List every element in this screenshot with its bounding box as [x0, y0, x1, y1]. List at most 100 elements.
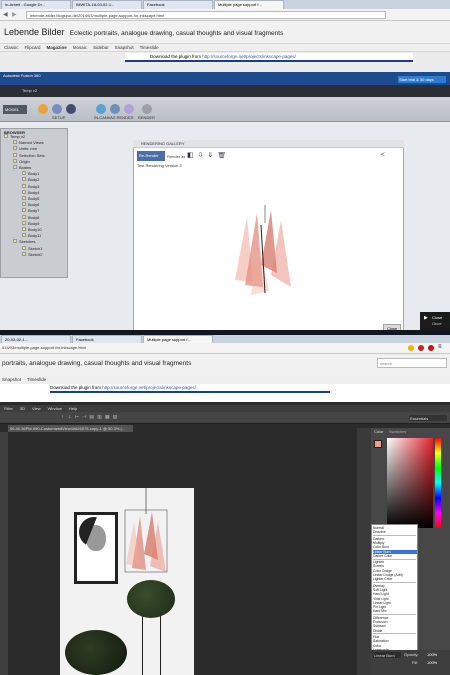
browser2-tab[interactable]: 20-03-02-1...	[1, 335, 71, 343]
nav-snapshot[interactable]: Snapshot	[2, 376, 21, 384]
start-trial-button[interactable]: Start trial & 30 days	[398, 76, 446, 83]
browser-tree-item[interactable]: Body2	[22, 177, 76, 182]
browser-tree-item[interactable]: Body6	[22, 202, 76, 207]
browser-tree-label: Body11	[28, 233, 42, 239]
panel-tab-color[interactable]: Color	[374, 429, 384, 434]
workspace-select[interactable]: Essentials	[409, 415, 447, 421]
browser-tree-item[interactable]: Named Views	[13, 140, 67, 145]
hue-slider[interactable]	[435, 438, 441, 528]
search-input[interactable]: search	[377, 358, 447, 368]
play-icon[interactable]: ▶	[424, 316, 428, 321]
menu-window[interactable]: Window	[48, 405, 62, 412]
render-icon[interactable]	[142, 104, 152, 114]
side-popup-close[interactable]: Close	[432, 315, 442, 320]
browser-tree-item[interactable]: Temp v2	[4, 134, 58, 139]
browser-tree-label: Body8	[28, 214, 40, 220]
menu-filter[interactable]: Filter	[4, 405, 13, 412]
browser-tree-item[interactable]: Body7	[22, 208, 76, 213]
menu-icon[interactable]: ≡	[438, 344, 442, 351]
nav-mosaic[interactable]: Mosaic	[73, 44, 87, 51]
blend-mode-option[interactable]: Lighter Color	[373, 577, 417, 581]
blend-mode-option[interactable]: Darker Color	[373, 554, 417, 558]
opera-icon[interactable]	[418, 345, 424, 351]
browser-tab[interactable]: In-Arbeit - Google Dr...	[1, 0, 71, 9]
render-settings-icon[interactable]	[110, 104, 120, 114]
browser-tree-item[interactable]: Body11	[22, 233, 76, 238]
browser-tree-label: Units: mm	[19, 146, 37, 152]
browser-tab-active[interactable]: Multiple page support f...	[214, 0, 284, 9]
gallery-tool-icons[interactable]: ◧⇩⇓🗑	[187, 152, 230, 159]
re-render-button[interactable]: Re-Render	[137, 151, 165, 161]
browser-tree-item[interactable]: Body3	[22, 183, 76, 189]
browser2-url[interactable]: 014/03/multiple-page-support-for-inkscap…	[2, 345, 86, 350]
gallery-title: RENDERING GALLERY	[141, 141, 185, 146]
browser-tree-item[interactable]: Body1	[22, 171, 76, 176]
nav-sidebar[interactable]: Sidebar	[93, 44, 109, 51]
nav-classic[interactable]: Classic	[4, 44, 19, 51]
layer-blend-select[interactable]: Linear Burn	[373, 652, 401, 658]
fusion-doc-tab[interactable]: Temp v2	[22, 88, 37, 93]
align-icons[interactable]: ⊤⊥⊢⊣▤▥▦▧	[60, 415, 120, 420]
menu-view[interactable]: View	[32, 405, 41, 412]
download-link[interactable]: http://sourceforge.net/projects/inkscape…	[202, 54, 296, 59]
browser-tree-item[interactable]: Units: mm	[13, 146, 67, 151]
browser-tab[interactable]: IMWITA-18-03-02-1...	[72, 0, 142, 9]
nav-magazine[interactable]: Magazine	[47, 44, 67, 51]
browser2-tab-active[interactable]: Multiple page support f...	[143, 335, 213, 343]
scene-settings-icon[interactable]	[66, 104, 76, 114]
pdf-icon[interactable]	[428, 345, 434, 351]
browser-tree-item[interactable]: Bodies	[13, 165, 67, 170]
browser-tree-item[interactable]: Body4	[22, 189, 76, 195]
extension-icon[interactable]	[408, 345, 414, 351]
browser-tab[interactable]: Facebook	[143, 0, 213, 9]
photoshop-canvas[interactable]	[60, 488, 194, 675]
browser-tree-item[interactable]: Sketches	[13, 239, 67, 244]
fill-value[interactable]: 100%	[427, 660, 437, 665]
capture-icon[interactable]	[124, 104, 134, 114]
color-picker-field[interactable]	[387, 438, 433, 528]
in-canvas-render-icon[interactable]	[96, 104, 106, 114]
panel-tab-swatches[interactable]: Swatches	[389, 429, 406, 434]
menu-3d[interactable]: 3D	[20, 405, 25, 412]
forward-icon[interactable]: ▶	[12, 12, 17, 18]
browser-tree-item[interactable]: Sketch1	[22, 245, 76, 251]
blog-title[interactable]: Lebende Bilder	[4, 27, 65, 37]
browser2-tab[interactable]: Facebook	[72, 335, 142, 343]
nav-timeslide[interactable]: Timeslide	[27, 376, 46, 384]
nav-flipcard[interactable]: Flipcard	[25, 44, 41, 51]
folder-icon	[22, 220, 26, 225]
pasted-lamp	[124, 488, 168, 573]
gallery-item[interactable]: Test Rendering Version 3	[137, 163, 182, 168]
photoshop-doc-tab[interactable]: 06.40.36PM-990-CustomizedView40626076-co…	[8, 425, 133, 432]
browser-tree-label: Body6	[28, 202, 40, 208]
foreground-color-swatch[interactable]	[374, 440, 382, 448]
nav-timeslide[interactable]: Timeslide	[140, 44, 159, 51]
browser2-download-strip: Download the plugin from http://sourcefo…	[0, 384, 450, 402]
download-text: Download the plugin from	[50, 385, 102, 390]
nav-snapshot[interactable]: Snapshot	[115, 44, 134, 51]
lamp-render-image	[235, 205, 291, 295]
environment-icon[interactable]	[52, 104, 62, 114]
browser-tree-item[interactable]: Sketch2	[22, 251, 76, 257]
blend-mode-option[interactable]: Hard Mix	[373, 609, 417, 613]
browser-tree-item[interactable]: Selection Sets	[13, 152, 67, 158]
browser-tree-item[interactable]: Body5	[22, 196, 76, 201]
browser-tree-item[interactable]: Body9	[22, 220, 76, 226]
render-label: RENDER	[138, 115, 155, 120]
browser-tree-item[interactable]: Origin	[13, 158, 67, 164]
browser-tree-item[interactable]: Body10	[22, 227, 76, 232]
share-icon[interactable]: ≺	[380, 152, 385, 159]
download-line: Download the plugin from http://sourcefo…	[50, 385, 196, 390]
menu-help[interactable]: Help	[69, 405, 77, 412]
browser-tree-label: Body5	[28, 196, 40, 201]
folder-icon	[13, 165, 17, 169]
back-icon[interactable]: ◀	[3, 12, 8, 18]
appearance-icon[interactable]	[38, 104, 48, 114]
workspace-switcher[interactable]: MODEL	[3, 105, 27, 114]
download-link[interactable]: http://sourceforge.net/projects/inkscape…	[102, 385, 196, 390]
opacity-value[interactable]: 100%	[427, 652, 437, 657]
blend-mode-option[interactable]: Divide	[373, 629, 417, 633]
blend-mode-option[interactable]: Dissolve	[373, 530, 417, 534]
url-field[interactable]: lebende-bilder.blogspot.de/2014/03/multi…	[26, 11, 386, 19]
browser-tree-item[interactable]: Body8	[22, 214, 76, 220]
